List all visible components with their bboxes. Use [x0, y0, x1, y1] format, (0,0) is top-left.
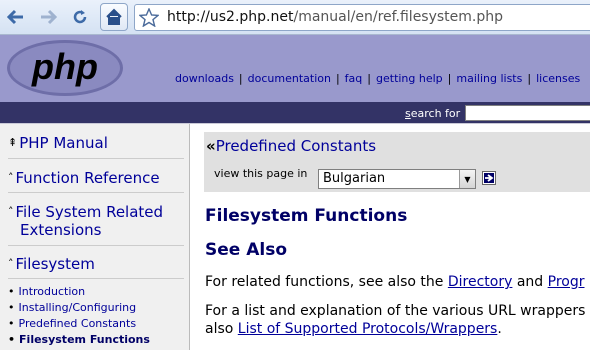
bookmark-star-icon[interactable]: [138, 7, 160, 31]
php-logo[interactable]: php: [5, 38, 125, 102]
sidebar-item-function-reference[interactable]: ˄ Function Reference: [8, 169, 160, 187]
language-select[interactable]: Bulgarian ▼: [318, 169, 476, 189]
nav-link-faq[interactable]: faq: [345, 72, 363, 85]
double-up-arrow-icon: ⇞: [8, 136, 18, 149]
nav-link-mailing-lists[interactable]: mailing lists: [456, 72, 522, 85]
nav-link-documentation[interactable]: documentation: [248, 72, 331, 85]
language-go-button[interactable]: [482, 171, 496, 185]
forward-arrow-icon: [41, 9, 57, 25]
forward-button[interactable]: [36, 5, 60, 29]
program-execution-link[interactable]: Progr: [548, 274, 585, 290]
search-input[interactable]: [465, 105, 590, 121]
back-button[interactable]: [4, 5, 28, 29]
sidebar-subitem-predefined-constants[interactable]: • Predefined Constants: [8, 317, 136, 330]
site-header: php downloads | documentation | faq | getting …: [0, 35, 590, 103]
up-arrow-icon: ˄: [8, 171, 14, 184]
supported-protocols-link[interactable]: List of Supported Protocols/Wrappers: [238, 321, 498, 337]
page-title: Filesystem Functions: [205, 206, 408, 226]
sidebar-item-file-system-related[interactable]: ˄ File System Related Extensions: [8, 203, 163, 239]
url-path: /manual/en/ref.filesystem.php: [293, 9, 504, 25]
sidebar-subitem-filesystem-functions[interactable]: • Filesystem Functions: [8, 333, 150, 346]
reload-button[interactable]: [68, 5, 92, 29]
url-text: http://us2.php.net/manual/en/ref.filesys…: [167, 9, 503, 25]
home-icon: [106, 8, 122, 25]
nav-link-downloads[interactable]: downloads: [175, 72, 234, 85]
logo-text: php: [31, 46, 98, 87]
chevron-down-icon[interactable]: ▼: [459, 170, 475, 188]
sidebar-divider: [8, 158, 184, 159]
search-bar: search for: [0, 103, 590, 123]
directory-link[interactable]: Directory: [448, 274, 513, 290]
url-wrappers-paragraph-line2: also List of Supported Protocols/Wrapper…: [205, 321, 502, 337]
sidebar-subitem-installing[interactable]: • Installing/Configuring: [8, 301, 136, 314]
language-selected: Bulgarian: [323, 171, 386, 186]
url-wrappers-paragraph: For a list and explanation of the variou…: [205, 303, 586, 319]
go-arrow-icon: [485, 174, 494, 182]
sidebar-divider: [8, 278, 184, 279]
related-functions-paragraph: For related functions, see also the Dire…: [205, 274, 585, 290]
sidebar-subitem-introduction[interactable]: • Introduction: [8, 285, 85, 298]
reload-icon: [73, 10, 87, 24]
top-navigation: downloads | documentation | faq | getting help…: [175, 72, 581, 85]
search-label: search for: [405, 107, 461, 120]
view-language-label: view this page in: [214, 167, 308, 180]
prev-page-link[interactable]: «Predefined Constants: [206, 137, 376, 155]
nav-link-getting-help[interactable]: getting help: [376, 72, 443, 85]
sidebar-item-php-manual[interactable]: ⇞ PHP Manual: [8, 134, 108, 152]
left-double-angle-icon: «: [206, 137, 216, 155]
back-arrow-icon: [7, 9, 23, 25]
browser-toolbar: http://us2.php.net/manual/en/ref.filesys…: [0, 0, 590, 35]
address-bar[interactable]: http://us2.php.net/manual/en/ref.filesys…: [134, 4, 590, 31]
nav-link-licenses[interactable]: licenses: [536, 72, 580, 85]
up-arrow-icon: ˄: [8, 257, 14, 270]
sidebar-item-filesystem[interactable]: ˄ Filesystem: [8, 255, 95, 273]
sidebar-divider: [8, 192, 184, 193]
url-domain: http://us2.php.net: [167, 9, 294, 25]
up-arrow-icon: ˄: [8, 205, 14, 218]
sidebar-divider: [8, 245, 184, 246]
see-also-heading: See Also: [205, 240, 288, 260]
sidebar: ⇞ PHP Manual ˄ Function Reference ˄ File Sy…: [0, 124, 190, 350]
home-button[interactable]: [100, 3, 128, 31]
